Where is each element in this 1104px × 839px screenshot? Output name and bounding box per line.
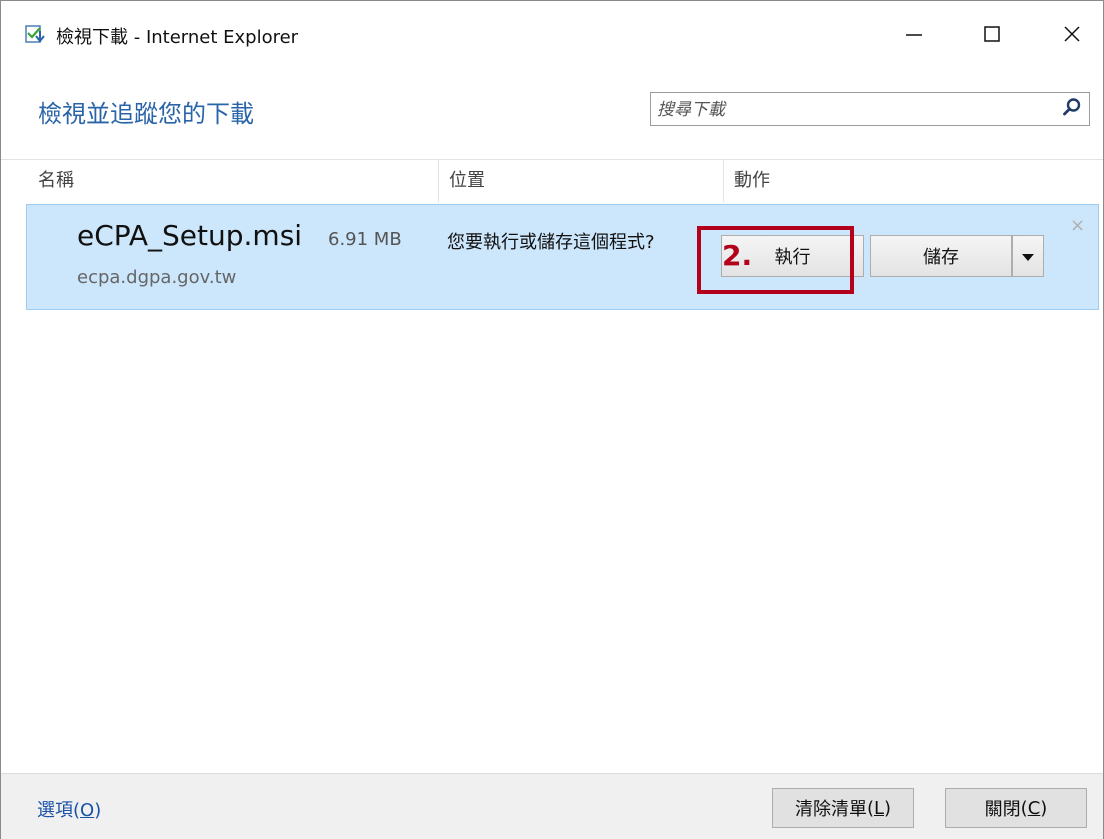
download-item[interactable]: eCPA_Setup.msi 6.91 MB ecpa.dgpa.gov.tw … <box>26 204 1099 310</box>
window-close-button[interactable] <box>1057 19 1087 49</box>
title-bar: 檢視下載 - Internet Explorer <box>1 1 1103 71</box>
options-link-label: 選項 <box>37 800 73 821</box>
column-header-row: 名稱 位置 動作 <box>1 159 1103 202</box>
annotation-step-label: 2. <box>722 239 753 272</box>
clear-access-key: L <box>873 797 885 819</box>
download-source-domain: ecpa.dgpa.gov.tw <box>77 267 237 288</box>
download-manager-window: 檢視下載 - Internet Explorer 檢視並追蹤您的下載 搜尋下載 … <box>0 0 1104 839</box>
download-manager-icon <box>25 23 47 45</box>
save-button-label: 儲存 <box>923 247 959 268</box>
column-header-name[interactable]: 名稱 <box>38 160 438 202</box>
download-file-size: 6.91 MB <box>328 229 402 250</box>
footer-bar: 選項(O) 清除清單(L) 關閉(C) <box>1 773 1103 839</box>
close-button-label: 關閉 <box>984 799 1021 820</box>
caret-down-icon <box>1022 246 1034 267</box>
close-icon <box>1062 24 1082 44</box>
options-link[interactable]: 選項(O) <box>37 796 101 822</box>
download-file-name: eCPA_Setup.msi <box>77 219 303 252</box>
close-access-key: C <box>1027 797 1041 819</box>
search-box <box>650 92 1090 127</box>
search-button[interactable] <box>1057 95 1087 123</box>
window-title: 檢視下載 - Internet Explorer <box>56 27 299 48</box>
dismiss-download-button[interactable]: × <box>1070 215 1085 236</box>
search-icon <box>1062 97 1082 121</box>
download-prompt: 您要執行或儲存這個程式? <box>447 232 655 253</box>
options-access-key: O <box>80 800 95 821</box>
save-options-dropdown[interactable] <box>1012 235 1044 277</box>
clear-list-button[interactable]: 清除清單(L) <box>772 788 914 828</box>
maximize-icon <box>982 24 1002 44</box>
minimize-icon <box>904 24 924 44</box>
column-header-location[interactable]: 位置 <box>438 160 723 202</box>
search-input[interactable] <box>651 93 1059 127</box>
close-button[interactable]: 關閉(C) <box>945 788 1087 828</box>
save-button[interactable]: 儲存 <box>870 235 1012 277</box>
minimize-button[interactable] <box>899 19 929 49</box>
annotation-highlight-box <box>697 226 854 294</box>
maximize-button[interactable] <box>977 19 1007 49</box>
clear-list-label: 清除清單 <box>794 799 867 820</box>
column-header-action[interactable]: 動作 <box>723 160 1103 202</box>
page-title: 檢視並追蹤您的下載 <box>38 100 254 128</box>
